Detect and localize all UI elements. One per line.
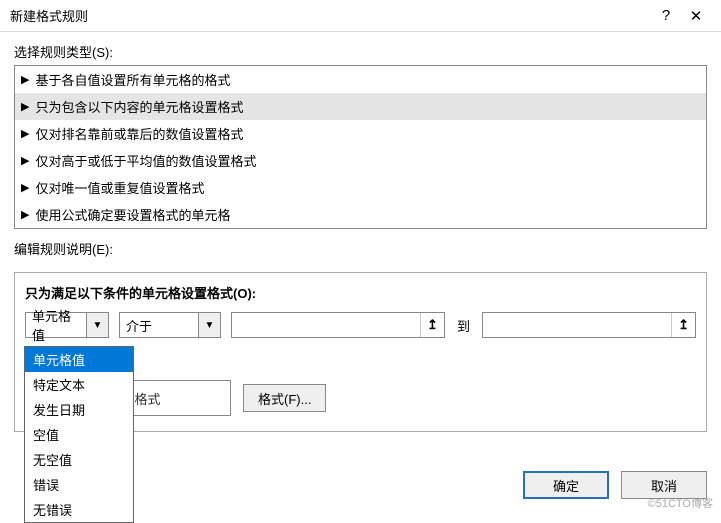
high-value-field[interactable] — [483, 313, 671, 337]
triangle-icon: ▶ — [21, 154, 29, 167]
rule-type-list[interactable]: ▶ 基于各自值设置所有单元格的格式 ▶ 只为包含以下内容的单元格设置格式 ▶ 仅对排名… — [14, 65, 707, 229]
rule-type-text: 仅对高于或低于平均值的数值设置格式 — [35, 151, 256, 170]
dropdown-option[interactable]: 错误 — [25, 472, 133, 497]
condition-type-value: 单元格值 — [26, 313, 86, 337]
low-value-input[interactable]: ↥ — [231, 312, 445, 338]
chevron-down-icon[interactable]: ▼ — [86, 313, 108, 337]
operator-combo[interactable]: 介于 ▼ — [119, 312, 221, 338]
operator-value: 介于 — [120, 313, 198, 337]
dropdown-option[interactable]: 单元格值 — [25, 347, 133, 372]
triangle-icon: ▶ — [21, 208, 29, 221]
triangle-icon: ▶ — [21, 181, 29, 194]
dropdown-option[interactable]: 无错误 — [25, 497, 133, 522]
dialog-title: 新建格式规则 — [10, 6, 651, 25]
ok-button[interactable]: 确定 — [523, 471, 609, 499]
format-button[interactable]: 格式(F)... — [243, 384, 326, 412]
close-button[interactable]: ✕ — [681, 7, 711, 25]
edit-rule-description-label: 编辑规则说明(E): — [0, 229, 721, 262]
chevron-down-icon[interactable]: ▼ — [198, 313, 220, 337]
triangle-icon: ▶ — [21, 73, 29, 86]
watermark: ©51CTO博客 — [648, 495, 713, 511]
rule-type-item[interactable]: ▶ 基于各自值设置所有单元格的格式 — [15, 66, 706, 93]
select-rule-type-label: 选择规则类型(S): — [0, 32, 721, 65]
rule-type-text: 仅对唯一值或重复值设置格式 — [35, 178, 204, 197]
rule-type-text: 使用公式确定要设置格式的单元格 — [35, 205, 230, 224]
rule-type-text: 仅对排名靠前或靠后的数值设置格式 — [35, 124, 243, 143]
low-value-field[interactable] — [232, 313, 420, 337]
range-picker-icon[interactable]: ↥ — [671, 313, 695, 337]
triangle-icon: ▶ — [21, 100, 29, 113]
dropdown-option[interactable]: 无空值 — [25, 447, 133, 472]
rule-type-text: 基于各自值设置所有单元格的格式 — [35, 70, 230, 89]
rule-type-item[interactable]: ▶ 使用公式确定要设置格式的单元格 — [15, 201, 706, 228]
titlebar: 新建格式规则 ? ✕ — [0, 0, 721, 32]
panel-title: 只为满足以下条件的单元格设置格式(O): — [25, 283, 696, 302]
high-value-input[interactable]: ↥ — [482, 312, 696, 338]
condition-type-dropdown[interactable]: 单元格值 特定文本 发生日期 空值 无空值 错误 无错误 — [24, 346, 134, 523]
rule-type-item[interactable]: ▶ 仅对排名靠前或靠后的数值设置格式 — [15, 120, 706, 147]
dropdown-option[interactable]: 特定文本 — [25, 372, 133, 397]
range-picker-icon[interactable]: ↥ — [420, 313, 444, 337]
dropdown-option[interactable]: 空值 — [25, 422, 133, 447]
rule-type-item[interactable]: ▶ 只为包含以下内容的单元格设置格式 — [15, 93, 706, 120]
rule-type-item[interactable]: ▶ 仅对唯一值或重复值设置格式 — [15, 174, 706, 201]
triangle-icon: ▶ — [21, 127, 29, 140]
help-button[interactable]: ? — [651, 7, 681, 24]
dropdown-option[interactable]: 发生日期 — [25, 397, 133, 422]
to-label: 到 — [455, 316, 472, 335]
rule-type-item[interactable]: ▶ 仅对高于或低于平均值的数值设置格式 — [15, 147, 706, 174]
condition-type-combo[interactable]: 单元格值 ▼ — [25, 312, 109, 338]
rule-type-text: 只为包含以下内容的单元格设置格式 — [35, 97, 243, 116]
criteria-row: 单元格值 ▼ 介于 ▼ ↥ 到 ↥ — [25, 312, 696, 338]
